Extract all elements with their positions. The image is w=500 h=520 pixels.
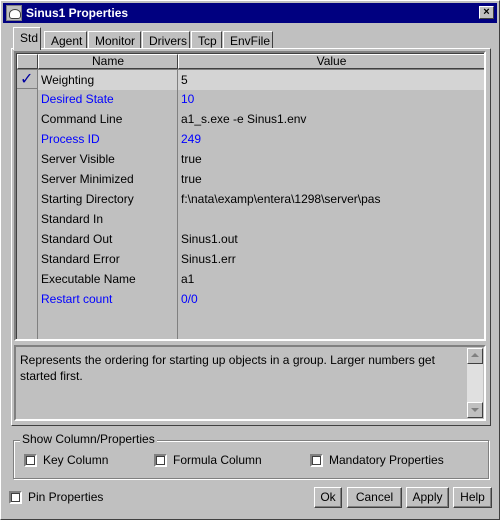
- row-check-cell[interactable]: [17, 89, 38, 109]
- row-check-cell[interactable]: [17, 109, 38, 129]
- table-row[interactable]: Server Visible true: [17, 149, 484, 169]
- close-button[interactable]: ×: [479, 6, 494, 19]
- property-value[interactable]: [178, 209, 484, 229]
- show-column-group-title: Show Column/Properties: [20, 432, 157, 446]
- header-name[interactable]: Name: [38, 54, 178, 69]
- property-value[interactable]: f:\nata\examp\entera\1298\server\pas: [178, 189, 484, 209]
- tab-envfile[interactable]: EnvFile: [223, 31, 273, 49]
- row-check-cell[interactable]: [17, 229, 38, 249]
- table-row[interactable]: Restart count 0/0: [17, 289, 484, 309]
- row-check-cell[interactable]: [17, 289, 38, 309]
- property-name[interactable]: Command Line: [38, 109, 178, 129]
- mandatory-properties-option[interactable]: Mandatory Properties: [310, 453, 444, 467]
- property-name[interactable]: Server Minimized: [38, 169, 178, 189]
- header-value[interactable]: Value: [178, 54, 484, 69]
- pin-properties-option[interactable]: Pin Properties: [9, 490, 103, 504]
- row-check-cell[interactable]: [17, 189, 38, 209]
- description-box: Represents the ordering for starting up …: [14, 345, 486, 421]
- cancel-button[interactable]: Cancel: [347, 487, 402, 508]
- window-title: Sinus1 Properties: [26, 6, 129, 20]
- show-column-group: Show Column/Properties Key Column Formul…: [13, 432, 489, 479]
- formula-column-label: Formula Column: [173, 453, 262, 467]
- key-column-option[interactable]: Key Column: [24, 453, 108, 467]
- table-row[interactable]: Command Line a1_s.exe -e Sinus1.env: [17, 109, 484, 129]
- tab-tcp[interactable]: Tcp: [191, 31, 222, 49]
- pin-properties-checkbox[interactable]: [9, 490, 22, 504]
- tab-agent[interactable]: Agent: [44, 31, 87, 49]
- property-value[interactable]: a1: [178, 269, 484, 289]
- property-name[interactable]: Process ID: [38, 129, 178, 149]
- formula-column-checkbox[interactable]: [154, 453, 167, 467]
- properties-grid: Name Value ✓ Weighting 5 Desired State 10 Com…: [16, 53, 484, 339]
- row-check-cell[interactable]: [17, 129, 38, 149]
- description-scrollbar[interactable]: [467, 348, 483, 418]
- table-row[interactable]: Process ID 249: [17, 129, 484, 149]
- property-value[interactable]: a1_s.exe -e Sinus1.env: [178, 109, 484, 129]
- table-row[interactable]: ✓ Weighting 5: [17, 69, 484, 90]
- checkmark-icon: ✓: [20, 71, 34, 88]
- row-check-cell[interactable]: [17, 269, 38, 289]
- property-value[interactable]: 5: [178, 70, 484, 90]
- scroll-up-button[interactable]: [467, 348, 483, 364]
- tab-monitor[interactable]: Monitor: [88, 31, 141, 49]
- pin-properties-label: Pin Properties: [28, 490, 104, 504]
- tab-drivers[interactable]: Drivers: [142, 31, 190, 49]
- description-text: Represents the ordering for starting up …: [20, 353, 435, 383]
- property-value[interactable]: true: [178, 169, 484, 189]
- property-value[interactable]: 0/0: [178, 289, 484, 309]
- property-value[interactable]: true: [178, 149, 484, 169]
- property-name[interactable]: Weighting: [38, 70, 178, 90]
- row-check-cell[interactable]: [17, 169, 38, 189]
- row-check-cell[interactable]: ✓: [17, 70, 38, 90]
- help-button[interactable]: Help: [453, 487, 492, 508]
- ok-button[interactable]: Ok: [314, 487, 342, 508]
- row-check-cell[interactable]: [17, 249, 38, 269]
- column-divider: [37, 69, 38, 339]
- key-column-checkbox[interactable]: [24, 453, 37, 467]
- property-name[interactable]: Desired State: [38, 89, 178, 109]
- row-check-cell[interactable]: [17, 149, 38, 169]
- tab-std[interactable]: Std: [13, 27, 41, 50]
- properties-dialog: Sinus1 Properties × Std Agent Monitor Dr…: [0, 0, 500, 520]
- table-header: Name Value: [17, 54, 484, 69]
- property-name[interactable]: Starting Directory: [38, 189, 178, 209]
- table-row[interactable]: Standard In: [17, 209, 484, 229]
- title-bar[interactable]: Sinus1 Properties ×: [3, 3, 497, 23]
- property-value[interactable]: 10: [178, 89, 484, 109]
- property-name[interactable]: Standard In: [38, 209, 178, 229]
- mandatory-properties-checkbox[interactable]: [310, 453, 323, 467]
- property-value[interactable]: Sinus1.out: [178, 229, 484, 249]
- formula-column-option[interactable]: Formula Column: [154, 453, 262, 467]
- property-name[interactable]: Standard Out: [38, 229, 178, 249]
- property-value[interactable]: 249: [178, 129, 484, 149]
- column-divider: [177, 69, 178, 339]
- table-row[interactable]: Standard Out Sinus1.out: [17, 229, 484, 249]
- row-check-cell[interactable]: [17, 209, 38, 229]
- scroll-down-button[interactable]: [467, 402, 483, 418]
- property-name[interactable]: Server Visible: [38, 149, 178, 169]
- key-column-label: Key Column: [43, 453, 109, 467]
- properties-table: Name Value ✓ Weighting 5 Desired State 10 Com…: [14, 51, 486, 341]
- table-row[interactable]: Standard Error Sinus1.err: [17, 249, 484, 269]
- table-row[interactable]: Desired State 10: [17, 89, 484, 109]
- property-name[interactable]: Restart count: [38, 289, 178, 309]
- table-row[interactable]: Starting Directory f:\nata\examp\entera\1…: [17, 189, 484, 209]
- apply-button[interactable]: Apply: [406, 487, 449, 508]
- table-row[interactable]: Server Minimized true: [17, 169, 484, 189]
- mandatory-properties-label: Mandatory Properties: [329, 453, 444, 467]
- header-check-column[interactable]: [17, 54, 38, 69]
- property-name[interactable]: Executable Name: [38, 269, 178, 289]
- table-row[interactable]: Executable Name a1: [17, 269, 484, 289]
- property-name[interactable]: Standard Error: [38, 249, 178, 269]
- java-cup-icon: [6, 5, 22, 21]
- property-value[interactable]: Sinus1.err: [178, 249, 484, 269]
